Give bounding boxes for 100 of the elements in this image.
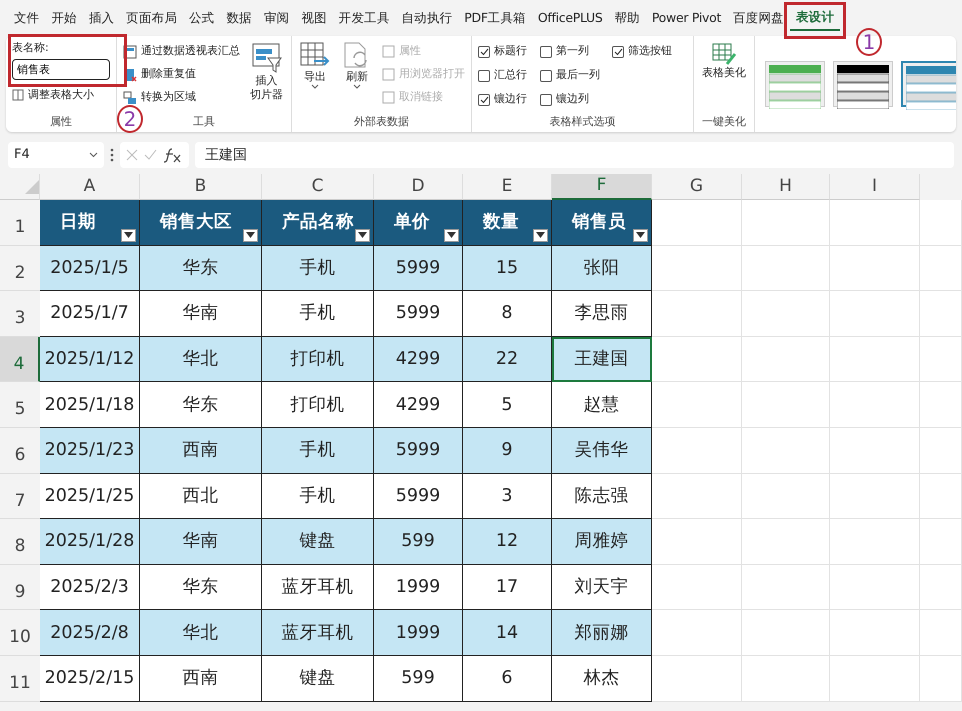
column-header[interactable]: E bbox=[463, 174, 552, 200]
style-option-checkbox[interactable]: 标题行 bbox=[478, 40, 540, 63]
function-icon bbox=[163, 147, 183, 163]
ribbon-tab[interactable]: 页面布局 bbox=[120, 6, 184, 30]
checkmark-icon bbox=[480, 48, 488, 56]
refresh-button[interactable]: 刷新 bbox=[340, 40, 374, 114]
ribbon-tab[interactable]: 插入 bbox=[82, 6, 120, 30]
header-text: 销售员 bbox=[572, 211, 626, 234]
ribbon-tab[interactable]: 开发工具 bbox=[332, 6, 396, 30]
column-header[interactable]: D bbox=[374, 174, 463, 200]
style-option-checkbox[interactable]: 第一列 bbox=[540, 40, 612, 63]
column-header[interactable]: G bbox=[652, 174, 742, 200]
table-beautify-button[interactable]: 表格美化 bbox=[700, 40, 748, 114]
column-header[interactable]: I bbox=[830, 174, 920, 200]
empty-cell bbox=[920, 610, 962, 656]
table-style-thumbnail[interactable] bbox=[901, 61, 956, 107]
row-header[interactable]: 11 bbox=[0, 656, 40, 702]
header-text: 单价 bbox=[394, 211, 430, 234]
table-cell: 华北 bbox=[140, 610, 262, 656]
table-cell: 2025/2/15 bbox=[40, 656, 140, 702]
slicer-icon bbox=[252, 42, 282, 74]
ribbon-tab[interactable]: 帮助 bbox=[608, 6, 646, 30]
style-option-checkbox[interactable]: 汇总行 bbox=[478, 64, 540, 87]
row-header[interactable]: 5 bbox=[0, 382, 40, 428]
insert-slicer-button[interactable]: 插入 切片器 bbox=[248, 40, 285, 114]
empty-cell bbox=[920, 291, 962, 337]
row-header[interactable]: 6 bbox=[0, 428, 40, 474]
table-cell: 1999 bbox=[374, 610, 463, 656]
highlight-frame bbox=[784, 2, 846, 39]
ribbon-tab[interactable]: OfficePLUS bbox=[532, 6, 608, 30]
table-name-field[interactable]: 销售表 bbox=[12, 58, 110, 80]
table-cell: 9 bbox=[463, 428, 552, 474]
ribbon-tab[interactable]: 审阅 bbox=[258, 6, 296, 30]
column-header[interactable]: A bbox=[40, 174, 140, 200]
table-cell: 蓝牙耳机 bbox=[262, 610, 374, 656]
empty-cell bbox=[920, 564, 962, 610]
export-button[interactable]: 导出 bbox=[298, 40, 332, 114]
table-cell: 22 bbox=[463, 336, 552, 382]
column-header[interactable]: B bbox=[140, 174, 262, 200]
table-cell: 手机 bbox=[262, 428, 374, 474]
row-header[interactable]: 1 bbox=[0, 200, 40, 246]
empty-cell bbox=[920, 656, 962, 702]
column-header[interactable]: H bbox=[742, 174, 830, 200]
ribbon-tab[interactable]: 公式 bbox=[183, 6, 220, 30]
style-option-checkbox[interactable]: 筛选按钮 bbox=[612, 40, 692, 63]
row-header[interactable]: 8 bbox=[0, 519, 40, 565]
header-text: 销售大区 bbox=[160, 211, 232, 234]
group-label: 工具 bbox=[193, 114, 215, 130]
ribbon-tab[interactable]: Power Pivot bbox=[646, 6, 728, 30]
ribbon-tab[interactable]: 开始 bbox=[45, 6, 83, 30]
caret-icon bbox=[246, 232, 255, 238]
tool-button[interactable]: 删除重复值 bbox=[123, 63, 240, 86]
empty-cell bbox=[920, 382, 962, 428]
table-cell: 2025/1/5 bbox=[40, 246, 140, 292]
table-cell: 华北 bbox=[140, 336, 262, 382]
row-header[interactable]: 3 bbox=[0, 291, 40, 337]
cancel-icon bbox=[126, 149, 138, 161]
filter-dropdown-button[interactable] bbox=[633, 228, 648, 242]
ribbon-tab[interactable]: 百度网盘 bbox=[727, 6, 790, 30]
tool-button[interactable]: 通过数据透视表汇总 bbox=[123, 40, 240, 63]
table-cell: 吴伟华 bbox=[552, 428, 652, 474]
row-header[interactable]: 9 bbox=[0, 564, 40, 610]
table-cell: 599 bbox=[374, 656, 463, 702]
row-header[interactable]: 10 bbox=[0, 610, 40, 656]
formula-field[interactable]: 王建国 bbox=[195, 142, 954, 168]
ribbon-tab[interactable]: 自动执行 bbox=[395, 6, 458, 30]
column-header[interactable]: C bbox=[262, 174, 374, 200]
caret-icon bbox=[636, 232, 645, 238]
name-box[interactable]: F4 bbox=[8, 142, 104, 168]
style-option-checkbox[interactable]: 最后一列 bbox=[540, 64, 612, 87]
row-header[interactable]: 2 bbox=[0, 246, 40, 292]
filter-dropdown-button[interactable] bbox=[243, 228, 258, 242]
ribbon-tab[interactable]: 文件 bbox=[8, 6, 46, 30]
table-cell: 周雅婷 bbox=[552, 519, 652, 565]
row-header[interactable]: 7 bbox=[0, 474, 40, 520]
row-header[interactable]: 4 bbox=[0, 336, 40, 382]
style-option-checkbox[interactable]: 镶边行 bbox=[478, 88, 540, 111]
table-range-icon bbox=[123, 90, 137, 104]
name-box-value: F4 bbox=[14, 146, 30, 164]
table-cell: 5999 bbox=[374, 246, 463, 292]
formula-value: 王建国 bbox=[205, 146, 247, 164]
checkmark-icon bbox=[480, 96, 488, 104]
ribbon-tab[interactable]: 视图 bbox=[295, 6, 333, 30]
empty-cell bbox=[920, 246, 962, 292]
column-header[interactable]: F bbox=[552, 174, 652, 200]
ribbon-tab[interactable]: 表设计 bbox=[790, 4, 840, 32]
table-style-thumbnail[interactable] bbox=[765, 61, 825, 107]
filter-dropdown-button[interactable] bbox=[444, 228, 459, 242]
style-option-checkbox[interactable]: 镶边列 bbox=[540, 88, 612, 111]
empty-cell bbox=[920, 336, 962, 382]
ribbon-tab[interactable]: PDF工具箱 bbox=[458, 6, 532, 30]
table-brush-icon bbox=[711, 42, 737, 66]
caret-icon bbox=[358, 232, 367, 238]
filter-dropdown-button[interactable] bbox=[121, 228, 136, 242]
filter-dropdown-button[interactable] bbox=[355, 228, 370, 242]
resize-table-button[interactable]: 调整表格大小 bbox=[12, 84, 110, 106]
filter-dropdown-button[interactable] bbox=[533, 228, 548, 242]
table-style-thumbnail[interactable] bbox=[833, 61, 893, 107]
header-text: 产品名称 bbox=[282, 211, 354, 234]
ribbon-tab[interactable]: 数据 bbox=[220, 6, 258, 30]
